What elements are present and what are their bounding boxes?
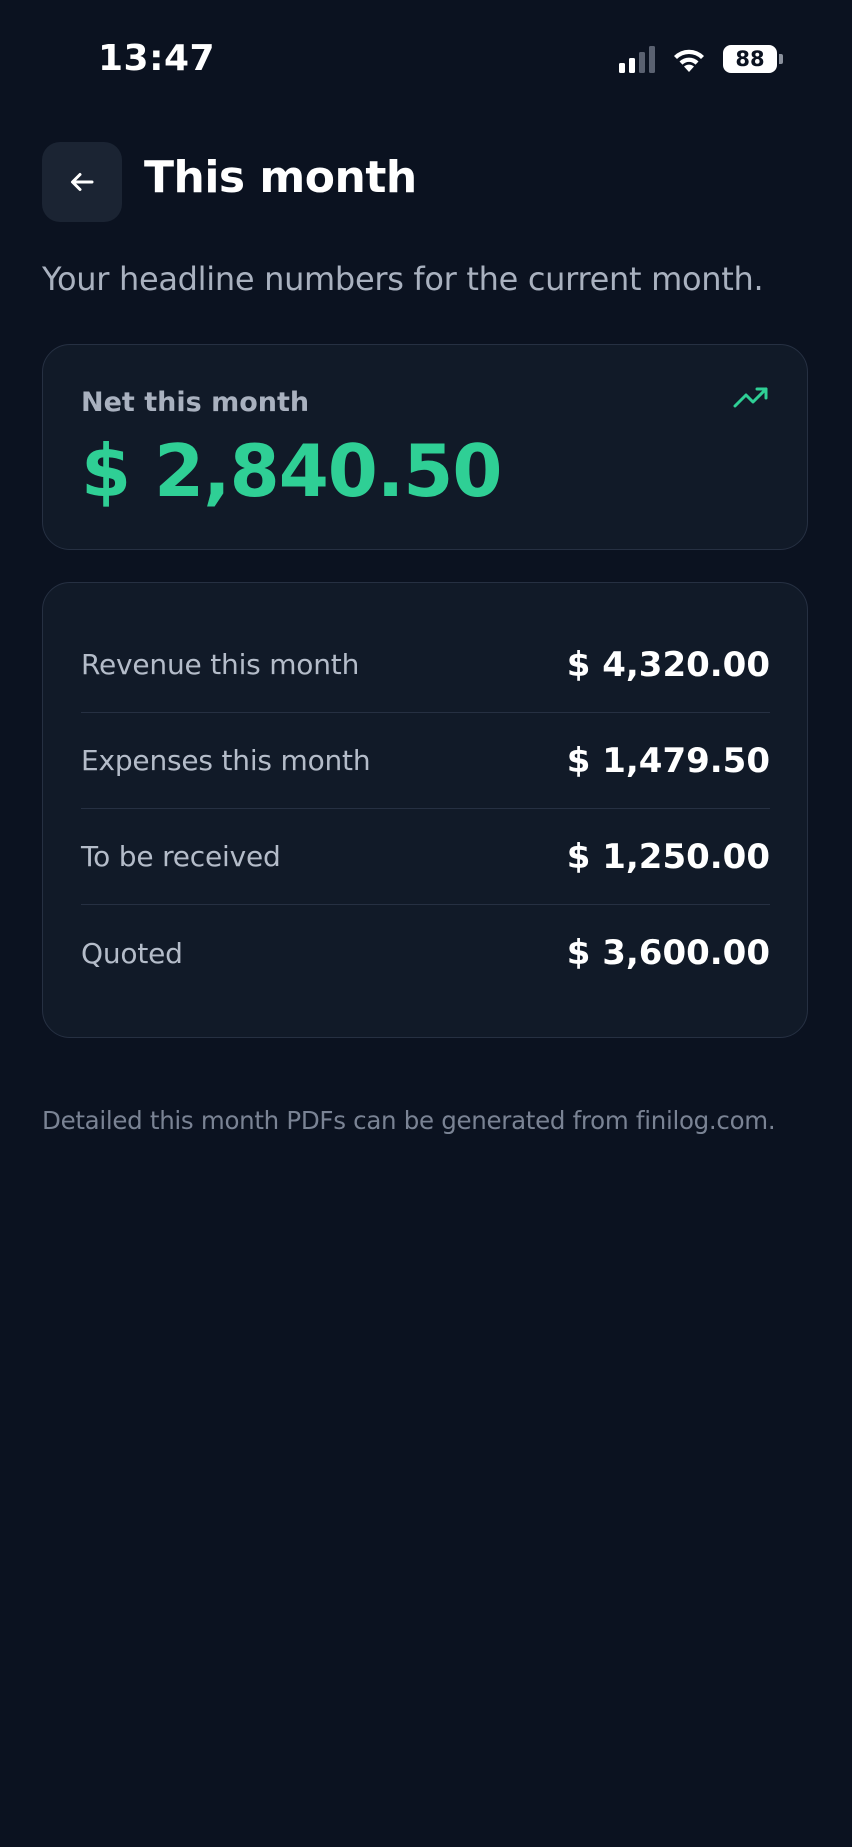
quoted-row: Quoted $ 3,600.00 bbox=[81, 905, 770, 1001]
status-bar: 13:47 88 bbox=[0, 0, 852, 120]
screen: 13:47 88 This month Your headline number… bbox=[0, 0, 852, 1847]
row-label: Quoted bbox=[81, 936, 183, 970]
net-value: $ 2,840.50 bbox=[81, 429, 502, 513]
cellular-signal-icon bbox=[619, 45, 655, 73]
arrow-left-icon bbox=[71, 173, 94, 191]
page-title: This month bbox=[144, 152, 417, 203]
row-value: $ 1,479.50 bbox=[566, 740, 770, 781]
row-label: To be received bbox=[81, 840, 281, 873]
row-value: $ 1,250.00 bbox=[566, 836, 770, 877]
trending-up-icon bbox=[733, 385, 769, 413]
expenses-row: Expenses this month $ 1,479.50 bbox=[81, 713, 770, 809]
status-icons: 88 bbox=[619, 45, 783, 73]
battery-cap bbox=[779, 54, 783, 64]
row-value: $ 4,320.00 bbox=[566, 644, 770, 685]
status-time: 13:47 bbox=[98, 38, 216, 79]
to-be-received-row: To be received $ 1,250.00 bbox=[81, 809, 770, 905]
footnote: Detailed this month PDFs can be generate… bbox=[42, 1106, 776, 1135]
row-value: $ 3,600.00 bbox=[566, 933, 770, 973]
row-label: Revenue this month bbox=[81, 648, 360, 681]
battery-level: 88 bbox=[735, 46, 765, 71]
wifi-icon bbox=[671, 45, 707, 73]
back-button[interactable] bbox=[42, 142, 122, 222]
battery-icon: 88 bbox=[723, 45, 783, 73]
net-label: Net this month bbox=[81, 387, 310, 418]
row-label: Expenses this month bbox=[81, 744, 371, 777]
revenue-row: Revenue this month $ 4,320.00 bbox=[81, 617, 770, 713]
net-summary-card: Net this month $ 2,840.50 bbox=[42, 344, 808, 550]
page-subtitle: Your headline numbers for the current mo… bbox=[42, 260, 764, 298]
breakdown-card: Revenue this month $ 4,320.00 Expenses t… bbox=[42, 582, 808, 1038]
